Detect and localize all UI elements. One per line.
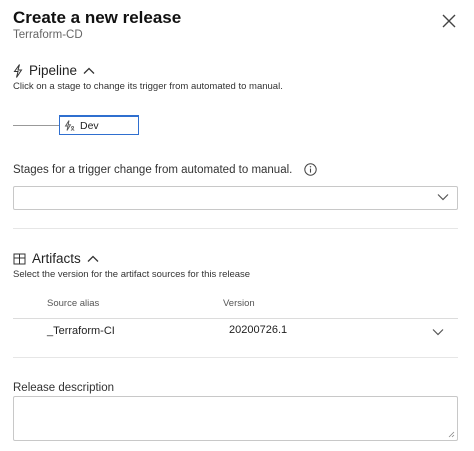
pipeline-heading: Pipeline — [29, 63, 78, 78]
chevron-up-icon[interactable] — [87, 255, 99, 263]
release-description-label: Release description — [13, 382, 115, 394]
artifacts-header[interactable]: Artifacts — [13, 251, 105, 266]
dialog-subtitle: Terraform-CD — [13, 29, 83, 41]
divider — [13, 357, 458, 358]
trigger-label-row: Stages for a trigger change from automat… — [13, 163, 318, 176]
trigger-label: Stages for a trigger change from automat… — [13, 163, 293, 176]
stage-dev[interactable]: Dev — [59, 115, 139, 135]
artifact-source-alias: _Terraform-CI — [47, 325, 115, 337]
artifacts-heading: Artifacts — [32, 251, 81, 266]
trigger-stages-dropdown[interactable] — [13, 186, 458, 210]
close-button[interactable] — [440, 12, 458, 30]
stage-connector — [13, 125, 59, 126]
pipeline-header[interactable]: Pipeline — [13, 63, 101, 78]
divider — [13, 228, 458, 229]
column-header-source-alias: Source alias — [47, 298, 100, 309]
column-header-version: Version — [223, 298, 255, 309]
artifact-version-dropdown[interactable]: 20200726.1 — [223, 319, 458, 343]
chevron-down-icon — [432, 329, 444, 336]
resize-handle-icon[interactable] — [447, 430, 455, 438]
package-icon — [13, 253, 26, 265]
pipeline-description: Click on a stage to change its trigger f… — [13, 81, 283, 92]
lightning-person-icon — [64, 120, 75, 131]
dialog-title: Create a new release — [13, 8, 182, 27]
lightning-icon — [13, 63, 23, 78]
artifacts-description: Select the version for the artifact sour… — [13, 269, 251, 280]
release-description-textarea[interactable] — [13, 396, 458, 441]
artifact-version-value: 20200726.1 — [229, 324, 288, 336]
chevron-down-icon — [437, 194, 449, 201]
info-icon[interactable] — [304, 163, 318, 176]
stage-label: Dev — [80, 119, 99, 132]
chevron-up-icon[interactable] — [83, 67, 95, 75]
close-icon — [442, 14, 456, 28]
